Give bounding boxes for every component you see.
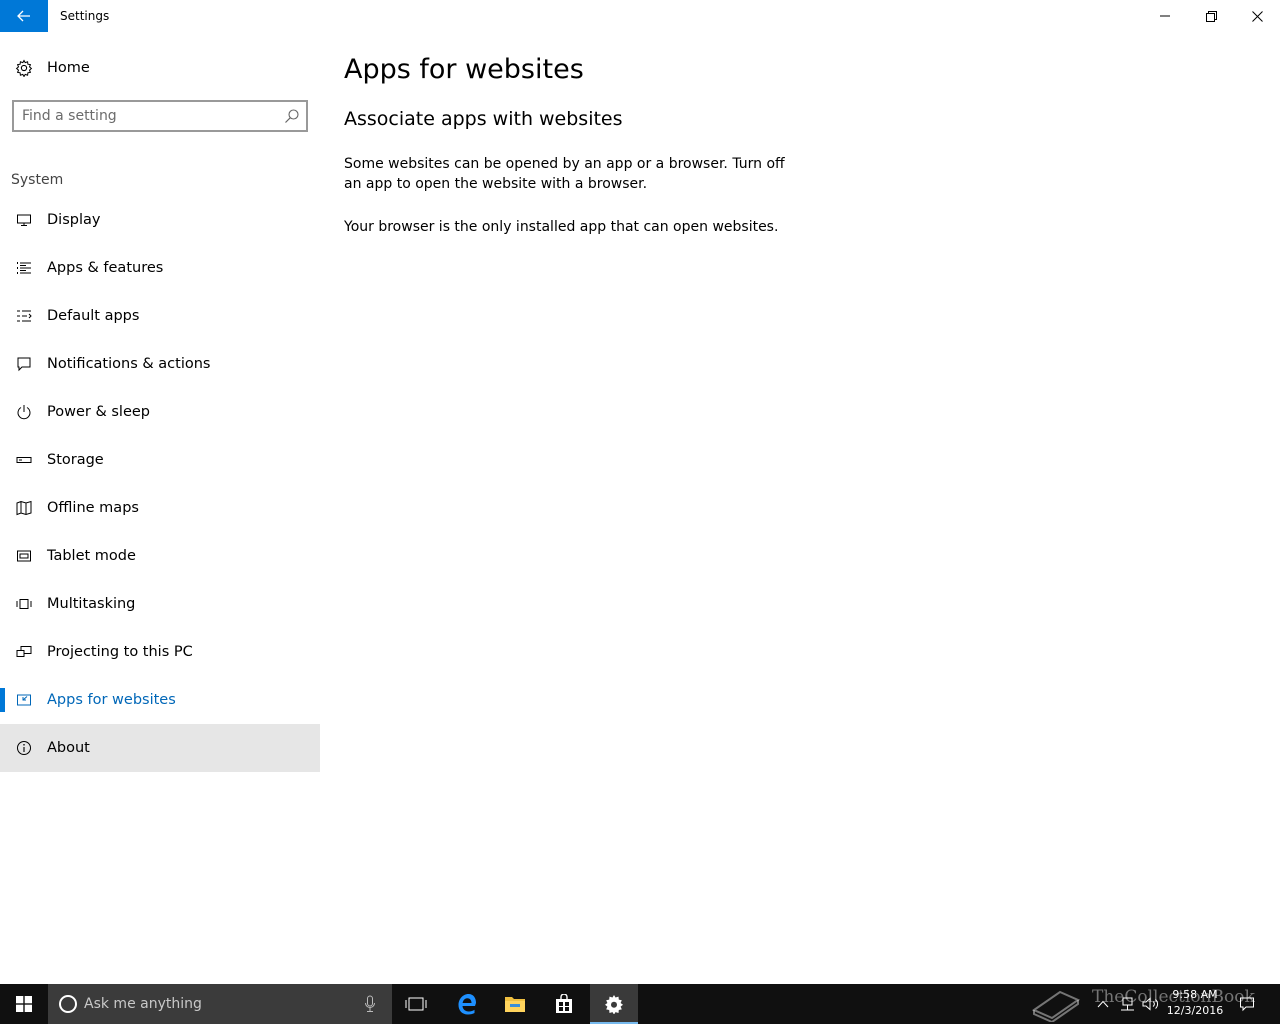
file-explorer-taskbar-button[interactable] bbox=[491, 984, 539, 1024]
sidebar-item-label: Power & sleep bbox=[47, 404, 150, 420]
settings-taskbar-button[interactable] bbox=[590, 984, 638, 1024]
start-button[interactable] bbox=[0, 984, 48, 1024]
browser-note-text: Your browser is the only installed app t… bbox=[344, 219, 779, 235]
sidebar-item-label: Apps for websites bbox=[47, 692, 176, 708]
home-nav-item[interactable]: Home bbox=[0, 44, 320, 92]
window-title: Settings bbox=[60, 9, 110, 23]
store-bag-icon bbox=[556, 994, 572, 1013]
action-center-icon bbox=[1240, 997, 1254, 1012]
store-taskbar-button[interactable] bbox=[540, 984, 588, 1024]
taskbar: TheCollectionBook 9:58 AM 12/3/2016 bbox=[0, 984, 1280, 1024]
edge-taskbar-button[interactable] bbox=[443, 984, 491, 1024]
sidebar-item-label: Storage bbox=[47, 452, 104, 468]
task-view-icon bbox=[405, 997, 427, 1011]
network-tray-button[interactable] bbox=[1116, 984, 1138, 1024]
apps-websites-icon bbox=[14, 690, 34, 710]
sidebar-item-projecting[interactable]: Projecting to this PC bbox=[0, 628, 320, 676]
sidebar-item-label: Notifications & actions bbox=[47, 356, 211, 372]
sidebar-item-label: Multitasking bbox=[47, 596, 136, 612]
section-header-system: System bbox=[11, 172, 64, 188]
taskbar-clock[interactable]: 9:58 AM 12/3/2016 bbox=[1164, 987, 1226, 1019]
folder-icon bbox=[505, 997, 525, 1012]
home-label: Home bbox=[47, 60, 90, 76]
display-icon bbox=[14, 210, 34, 230]
map-icon bbox=[14, 498, 34, 518]
sidebar-item-apps-for-websites[interactable]: Apps for websites bbox=[0, 676, 320, 724]
task-view-button[interactable] bbox=[392, 984, 440, 1024]
windows-logo-icon bbox=[16, 996, 32, 1012]
chevron-up-icon bbox=[1097, 1000, 1109, 1008]
multitasking-icon bbox=[14, 594, 34, 614]
speaker-icon bbox=[1142, 997, 1158, 1011]
search-input[interactable] bbox=[22, 105, 278, 127]
cortana-search-input[interactable] bbox=[84, 994, 354, 1014]
gear-icon bbox=[14, 58, 34, 78]
cortana-icon bbox=[59, 995, 77, 1013]
sidebar-item-label: Apps & features bbox=[47, 260, 164, 276]
sidebar-item-label: Projecting to this PC bbox=[47, 644, 193, 660]
minimize-button[interactable] bbox=[1142, 0, 1188, 32]
clock-time: 9:58 AM bbox=[1172, 988, 1218, 1001]
settings-window: Settings Home System Display bbox=[0, 0, 1280, 984]
sidebar-item-label: Display bbox=[47, 212, 101, 228]
microphone-icon[interactable] bbox=[364, 995, 376, 1013]
projecting-icon bbox=[14, 642, 34, 662]
title-bar: Settings bbox=[0, 0, 1280, 32]
page-title: Apps for websites bbox=[344, 54, 584, 85]
description-text: Some websites can be opened by an app or… bbox=[344, 156, 785, 192]
search-icon[interactable] bbox=[284, 108, 300, 124]
sidebar-item-label: Tablet mode bbox=[47, 548, 136, 564]
sidebar-item-label: About bbox=[47, 740, 90, 756]
settings-gear-icon bbox=[605, 995, 623, 1014]
restore-button[interactable] bbox=[1188, 0, 1234, 32]
restore-icon bbox=[1205, 10, 1217, 22]
find-setting-search[interactable] bbox=[12, 100, 308, 132]
volume-tray-button[interactable] bbox=[1140, 984, 1162, 1024]
sidebar-item-storage[interactable]: Storage bbox=[0, 436, 320, 484]
edge-icon bbox=[458, 994, 476, 1015]
close-button[interactable] bbox=[1234, 0, 1280, 32]
sidebar-item-display[interactable]: Display bbox=[0, 196, 320, 244]
book-watermark-icon bbox=[1031, 990, 1081, 1022]
action-center-button[interactable] bbox=[1234, 984, 1260, 1024]
back-button[interactable] bbox=[0, 0, 48, 32]
tablet-icon bbox=[14, 546, 34, 566]
notification-icon bbox=[14, 354, 34, 374]
storage-icon bbox=[14, 450, 34, 470]
default-apps-icon bbox=[14, 306, 34, 326]
sidebar-item-label: Offline maps bbox=[47, 500, 139, 516]
sidebar-item-offline-maps[interactable]: Offline maps bbox=[0, 484, 320, 532]
back-arrow-icon bbox=[17, 10, 30, 22]
info-icon bbox=[14, 738, 34, 758]
sidebar-item-multitasking[interactable]: Multitasking bbox=[0, 580, 320, 628]
sidebar-item-default-apps[interactable]: Default apps bbox=[0, 292, 320, 340]
close-icon bbox=[1251, 10, 1263, 22]
sidebar-item-label: Default apps bbox=[47, 308, 140, 324]
sidebar-item-power-sleep[interactable]: Power & sleep bbox=[0, 388, 320, 436]
clock-date: 12/3/2016 bbox=[1166, 1004, 1224, 1017]
sidebar-item-tablet-mode[interactable]: Tablet mode bbox=[0, 532, 320, 580]
show-hidden-icons-button[interactable] bbox=[1092, 984, 1114, 1024]
settings-sidebar: Home System Display Apps & features Defa… bbox=[0, 32, 320, 984]
section-subtitle: Associate apps with websites bbox=[344, 108, 623, 130]
power-icon bbox=[14, 402, 34, 422]
sidebar-item-about[interactable]: About bbox=[0, 724, 320, 772]
sidebar-item-notifications[interactable]: Notifications & actions bbox=[0, 340, 320, 388]
network-icon bbox=[1121, 997, 1134, 1011]
minimize-icon bbox=[1160, 15, 1170, 17]
cortana-search-box[interactable] bbox=[48, 984, 392, 1024]
sidebar-item-apps-features[interactable]: Apps & features bbox=[0, 244, 320, 292]
apps-list-icon bbox=[14, 258, 34, 278]
